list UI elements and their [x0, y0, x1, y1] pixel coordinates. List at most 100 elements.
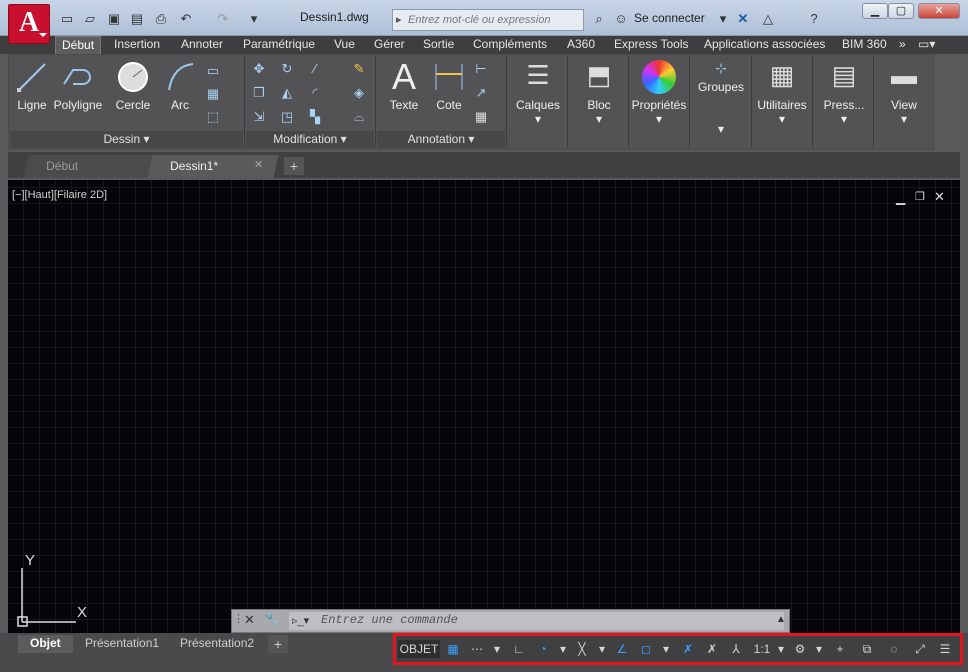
utilities-button[interactable]: ▦ Utilitaires ▾	[752, 56, 812, 148]
rectangle-icon[interactable]: ▭	[204, 62, 222, 80]
quick-access-dropdown-icon[interactable]: ▾	[244, 9, 264, 29]
tab-gerer[interactable]: Gérer	[368, 36, 411, 54]
application-menu-button[interactable]: A	[8, 4, 50, 44]
clean-screen-icon[interactable]: ⤢	[910, 640, 930, 658]
tab-a360[interactable]: A360	[561, 36, 601, 54]
command-prompt-icon[interactable]: ▹_▾	[292, 614, 309, 627]
tab-insertion[interactable]: Insertion	[108, 36, 166, 54]
isolate-objects-icon[interactable]: ⧉	[857, 640, 877, 658]
ribbon-minimize-icon[interactable]: ▭▾	[912, 36, 941, 54]
panel-title-modification[interactable]: Modification ▾	[246, 131, 374, 148]
layout-tab-model[interactable]: Objet	[18, 635, 73, 653]
command-customize-icon[interactable]: 🔧	[264, 612, 280, 628]
layout-tab-1[interactable]: Présentation1	[73, 635, 171, 653]
new-tab-icon[interactable]: +	[284, 157, 304, 175]
layout-tab-2[interactable]: Présentation2	[168, 635, 266, 653]
properties-button[interactable]: Propriétés ▾	[629, 56, 689, 148]
signin-link[interactable]: Se connecter	[634, 11, 705, 25]
search-panel-toggle-icon[interactable]	[372, 9, 392, 29]
isodraft-icon[interactable]: ╳	[572, 640, 592, 658]
file-tab-start[interactable]: Début	[23, 155, 155, 178]
tab-vue[interactable]: Vue	[328, 36, 361, 54]
annotation-scale-icon[interactable]: ⅄	[726, 640, 746, 658]
open-file-icon[interactable]: ▱	[80, 9, 100, 29]
clipboard-button[interactable]: ▤ Press... ▾	[814, 56, 874, 148]
drawing-canvas[interactable]	[8, 180, 960, 633]
command-close-icon[interactable]: ✕	[244, 612, 255, 628]
offset-icon[interactable]: ⌓	[350, 108, 368, 126]
snap-dropdown-icon[interactable]: ▾	[490, 640, 504, 658]
polar-tracking-icon[interactable]: ◔	[533, 640, 553, 658]
scale-dropdown-icon[interactable]: ▾	[775, 640, 787, 658]
tab-debut[interactable]: Début	[55, 36, 102, 54]
command-input[interactable]: Entrez une commande	[289, 612, 784, 630]
tab-sortie[interactable]: Sortie	[417, 36, 460, 54]
scale-icon[interactable]: ◳	[278, 108, 296, 126]
array-icon[interactable]: ▚	[306, 108, 324, 126]
trim-icon[interactable]: ⁄	[306, 60, 324, 78]
viewport-restore-icon[interactable]: ❐	[915, 190, 925, 203]
viewport-close-icon[interactable]: ✕	[934, 189, 945, 205]
groups-button[interactable]: ⊹ Groupes ▾	[691, 56, 751, 148]
polar-dropdown-icon[interactable]: ▾	[556, 640, 570, 658]
search-input[interactable]: Entrez mot-clé ou expression	[392, 9, 584, 31]
command-history-icon[interactable]: ▲	[776, 614, 786, 625]
tab-parametrique[interactable]: Paramétrique	[237, 36, 321, 54]
copy-icon[interactable]: ❐	[250, 84, 268, 102]
ortho-icon[interactable]: ∟	[509, 640, 529, 658]
snap-icon[interactable]: ⋯	[467, 640, 487, 658]
workspace-gear-icon[interactable]: ⚙	[790, 640, 810, 658]
minimize-button[interactable]: ▁	[862, 3, 888, 19]
move-icon[interactable]: ✥	[250, 60, 268, 78]
tab-express-tools[interactable]: Express Tools	[608, 36, 694, 54]
view-button[interactable]: ▬ View ▾	[874, 56, 934, 148]
erase-icon[interactable]: ✎	[350, 60, 368, 78]
stretch-icon[interactable]: ⇲	[250, 108, 268, 126]
boundary-icon[interactable]: ⬚	[204, 108, 222, 126]
model-space-toggle[interactable]: OBJET	[398, 640, 440, 658]
annotation-monitor-icon[interactable]: +	[830, 640, 850, 658]
undo-icon[interactable]: ↶	[176, 9, 196, 29]
annotation-visibility-icon[interactable]: ✗	[678, 640, 698, 658]
explode-icon[interactable]: ◈	[350, 84, 368, 102]
annotation-autoscale-icon[interactable]: ✗	[702, 640, 722, 658]
annotation-scale-value[interactable]: 1:1	[749, 640, 775, 658]
rotate-icon[interactable]: ↻	[278, 60, 296, 78]
panel-title-dessin[interactable]: Dessin ▾	[10, 131, 243, 148]
print-icon[interactable]: ⎙	[151, 9, 171, 29]
command-grip-icon[interactable]: ⋮	[233, 612, 244, 625]
table-icon[interactable]: ▦	[472, 108, 490, 126]
grid-icon[interactable]: ▦	[443, 640, 463, 658]
customization-menu-icon[interactable]: ☰	[935, 640, 955, 658]
save-as-icon[interactable]: ▤	[127, 9, 147, 29]
autodesk-a360-icon[interactable]: △	[758, 9, 778, 29]
fillet-icon[interactable]: ◜	[306, 84, 324, 102]
viewport-controls[interactable]: [−][Haut][Filaire 2D]	[12, 189, 107, 201]
new-layout-icon[interactable]: +	[268, 635, 288, 653]
close-button[interactable]: ✕	[918, 3, 960, 19]
user-icon[interactable]: ☺	[611, 9, 631, 29]
viewport-minimize-icon[interactable]: ▁	[896, 191, 905, 205]
tab-complements[interactable]: Compléments	[467, 36, 553, 54]
layers-button[interactable]: ☰ Calques ▾	[508, 56, 568, 148]
mirror-icon[interactable]: ◭	[278, 84, 296, 102]
binoculars-icon[interactable]: ⌕	[589, 9, 609, 29]
new-file-icon[interactable]: ▭	[57, 9, 77, 29]
exchange-apps-icon[interactable]: ✕	[733, 9, 753, 29]
tab-bim360[interactable]: BIM 360	[836, 36, 893, 54]
hatch-icon[interactable]: ▦	[204, 85, 222, 103]
object-snap-icon[interactable]: ◻	[636, 640, 656, 658]
save-icon[interactable]: ▣	[104, 9, 124, 29]
signin-dropdown-icon[interactable]: ▾	[713, 9, 733, 29]
linear-dim-icon[interactable]: ⊢	[472, 60, 490, 78]
maximize-button[interactable]: ▢	[888, 3, 914, 19]
hardware-acceleration-icon[interactable]: ◌	[884, 640, 904, 658]
close-tab-icon[interactable]: ✕	[254, 158, 263, 171]
isodraft-dropdown-icon[interactable]: ▾	[595, 640, 609, 658]
object-snap-dropdown-icon[interactable]: ▾	[659, 640, 673, 658]
object-snap-tracking-icon[interactable]: ∠	[612, 640, 632, 658]
tab-applications-associees[interactable]: Applications associées	[698, 36, 831, 54]
redo-icon[interactable]: ↷	[213, 9, 233, 29]
panel-title-annotation[interactable]: Annotation ▾	[377, 131, 505, 148]
help-icon[interactable]: ?	[804, 9, 824, 29]
